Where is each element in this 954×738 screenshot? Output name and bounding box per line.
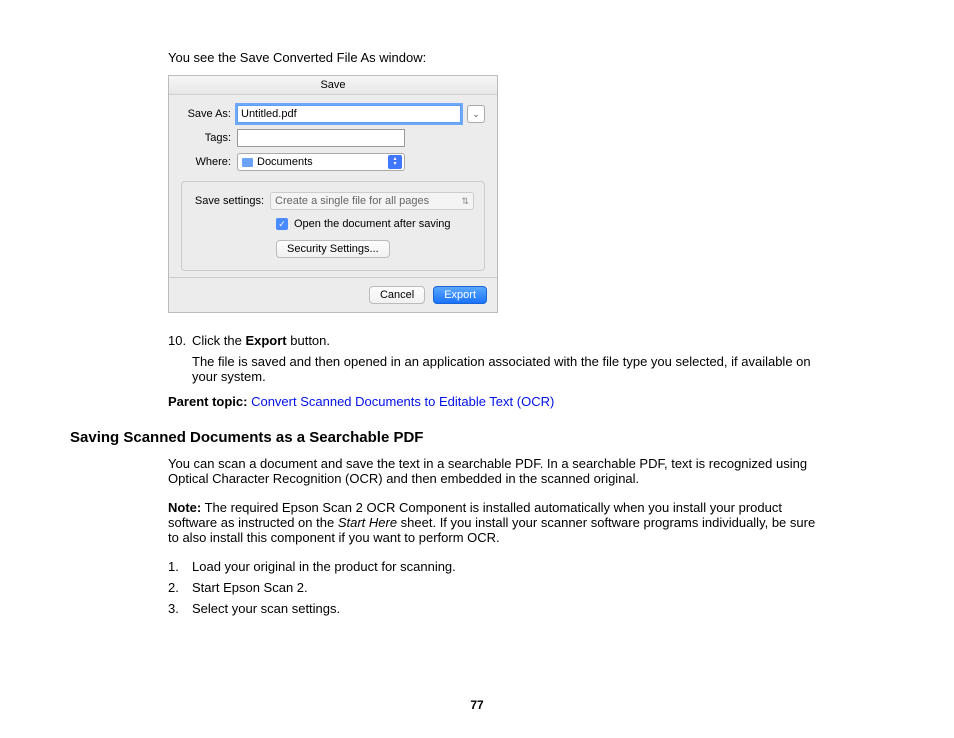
- export-button[interactable]: Export: [433, 286, 487, 304]
- save-settings-value: Create a single file for all pages: [275, 195, 429, 207]
- updown-caret-icon: ⇅: [461, 196, 469, 207]
- cancel-button[interactable]: Cancel: [369, 286, 425, 304]
- step-text: Load your original in the product for sc…: [192, 559, 456, 574]
- step-number: 1.: [168, 559, 192, 574]
- step-10: 10. Click the Export button.: [168, 333, 828, 348]
- list-item: 1. Load your original in the product for…: [168, 559, 828, 574]
- where-value: Documents: [257, 156, 313, 168]
- expand-save-panel-button[interactable]: ⌄: [467, 105, 485, 123]
- save-settings-select[interactable]: Create a single file for all pages ⇅: [270, 192, 474, 210]
- where-label: Where:: [181, 156, 237, 168]
- dialog-title: Save: [169, 76, 497, 95]
- parent-topic-link[interactable]: Convert Scanned Documents to Editable Te…: [251, 394, 554, 409]
- tags-input[interactable]: [237, 129, 405, 147]
- save-settings-panel: Save settings: Create a single file for …: [181, 181, 485, 271]
- parent-topic-label: Parent topic:: [168, 394, 251, 409]
- section-heading: Saving Scanned Documents as a Searchable…: [70, 429, 828, 446]
- step-text: Select your scan settings.: [192, 601, 340, 616]
- step-number: 10.: [168, 333, 192, 348]
- step-number: 3.: [168, 601, 192, 616]
- check-icon: ✓: [278, 219, 286, 230]
- save-dialog: Save Save As: ⌄ Tags: Where:: [168, 75, 498, 313]
- steps-list: 1. Load your original in the product for…: [168, 559, 828, 616]
- open-after-saving-label: Open the document after saving: [294, 218, 451, 230]
- step-10-sub: The file is saved and then opened in an …: [192, 354, 828, 384]
- paragraph-1: You can scan a document and save the tex…: [168, 456, 828, 486]
- page-number: 77: [0, 698, 954, 712]
- security-settings-button[interactable]: Security Settings...: [276, 240, 390, 258]
- note-paragraph: Note: The required Epson Scan 2 OCR Comp…: [168, 500, 828, 545]
- parent-topic: Parent topic: Convert Scanned Documents …: [168, 394, 828, 409]
- save-as-input[interactable]: [237, 105, 461, 123]
- step-text: Start Epson Scan 2.: [192, 580, 308, 595]
- intro-text: You see the Save Converted File As windo…: [168, 50, 828, 65]
- save-settings-label: Save settings:: [192, 195, 270, 207]
- tags-label: Tags:: [181, 132, 237, 144]
- step-text: Click the Export button.: [192, 333, 828, 348]
- list-item: 2. Start Epson Scan 2.: [168, 580, 828, 595]
- where-select[interactable]: Documents ▴▾: [237, 153, 405, 171]
- save-as-label: Save As:: [181, 108, 237, 120]
- open-after-saving-checkbox[interactable]: ✓: [276, 218, 288, 230]
- folder-icon: [242, 158, 253, 167]
- step-number: 2.: [168, 580, 192, 595]
- updown-caret-icon: ▴▾: [388, 155, 402, 169]
- chevron-down-icon: ⌄: [472, 109, 480, 120]
- list-item: 3. Select your scan settings.: [168, 601, 828, 616]
